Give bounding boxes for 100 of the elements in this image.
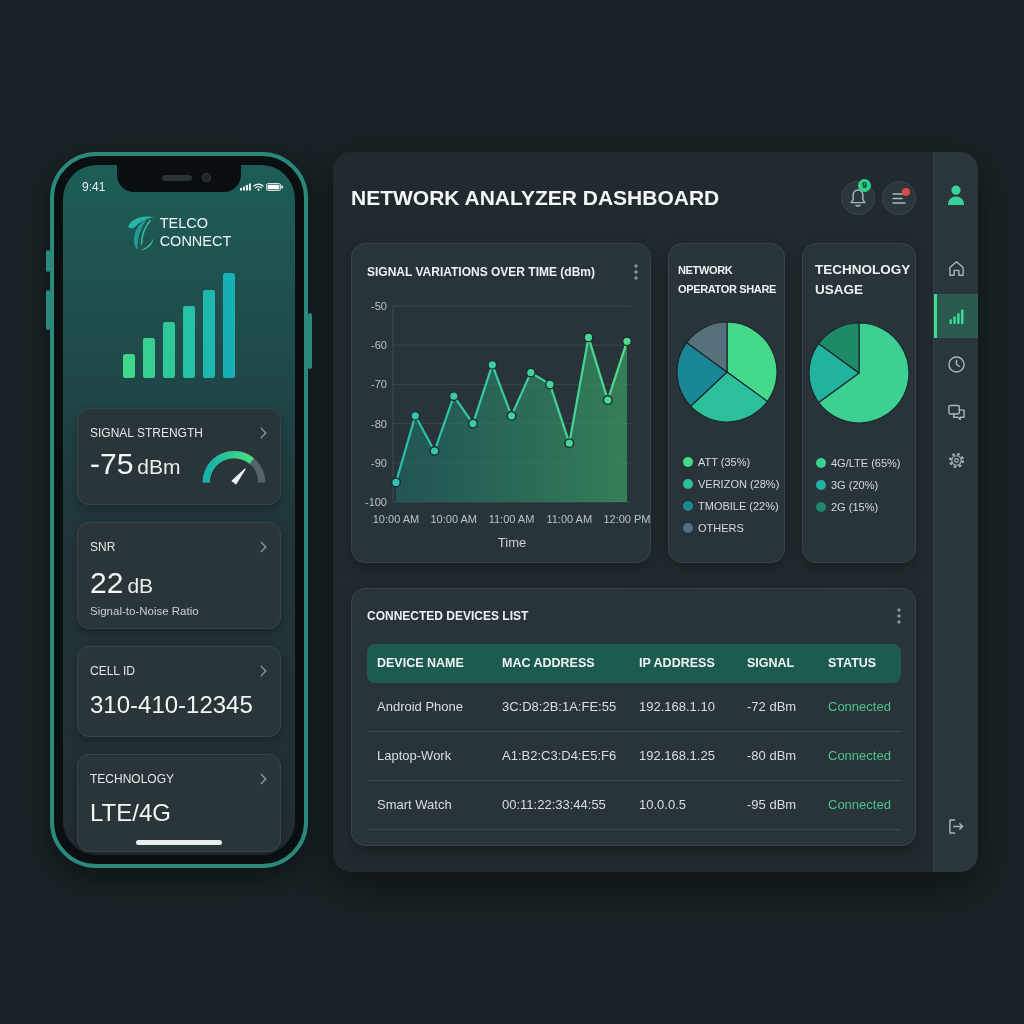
card-label: TECHNOLOGY <box>90 771 174 787</box>
card-title: CONNECTED DEVICES LIST <box>367 608 529 624</box>
table-cell-text: 3C:D8:2B:1A:FE:55 <box>502 698 618 717</box>
data-point <box>391 477 401 488</box>
status-text: Connected <box>828 747 892 766</box>
metric-card[interactable]: SIGNAL STRENGTH -75 dBm <box>77 408 281 505</box>
chevron-right-icon <box>260 773 267 785</box>
settings-icon <box>947 451 965 469</box>
y-axis-label: -90 <box>371 456 387 469</box>
metric-value: 310-410-12345 <box>90 691 253 718</box>
chevron-right-icon <box>260 427 267 439</box>
metric-card[interactable]: SNR 22 dB Signal-to-Noise Ratio <box>77 522 281 629</box>
data-point <box>410 410 421 421</box>
y-axis-label: -60 <box>371 339 387 352</box>
wifi-icon <box>253 183 264 191</box>
user-icon <box>947 185 965 205</box>
signal-bar <box>143 338 155 378</box>
table-cell-text: -72 dBm <box>747 698 798 717</box>
table-cell-text: Smart Watch <box>377 796 453 815</box>
card-label: SIGNAL STRENGTH <box>90 425 203 441</box>
legend-label: 4G/LTE (65%) <box>831 455 901 471</box>
legend-label: OTHERS <box>698 520 744 536</box>
chat-icon <box>947 403 965 421</box>
metric-card[interactable]: TECHNOLOGY LTE/4G <box>77 754 281 852</box>
y-axis-label: -80 <box>371 417 387 430</box>
legend-label: ATT (35%) <box>698 454 751 470</box>
bell-icon <box>850 189 866 207</box>
cellular-signal-icon <box>240 183 251 191</box>
x-axis-label: 11:00 AM <box>546 513 593 525</box>
x-axis-title: Time <box>497 535 527 550</box>
data-point <box>564 438 575 449</box>
column-header: DEVICE NAME <box>377 655 465 673</box>
card-label: CELL ID <box>90 663 135 679</box>
column-header: STATUS <box>828 655 878 673</box>
battery-icon <box>266 183 283 191</box>
more-icon <box>897 608 901 624</box>
table-cell-text: A1:B2:C3:D4:E5:F6 <box>502 747 618 766</box>
chart-title: TECHNOLOGY USAGE <box>814 261 911 299</box>
legend-label: 3G (20%) <box>831 477 879 493</box>
y-axis-label: -70 <box>371 378 387 391</box>
signal-bar <box>163 322 175 378</box>
card-label: SNR <box>90 539 116 555</box>
data-point <box>506 410 517 421</box>
gauge-needle <box>231 468 246 485</box>
x-axis-label: 11:00 AM <box>488 513 535 525</box>
logout-icon <box>948 818 964 834</box>
chevron-right-icon <box>260 541 267 553</box>
table-cell-text: Laptop-Work <box>377 747 453 766</box>
legend-label: 2G (15%) <box>831 499 879 515</box>
x-axis-label: 10:00 AM <box>430 513 477 525</box>
notification-count: 9 <box>858 179 871 192</box>
clock-icon <box>947 355 965 373</box>
table-cell-text: 192.168.1.25 <box>639 747 716 766</box>
table-cell-text: 00:11:22:33:44:55 <box>502 796 607 815</box>
menu-icon <box>892 192 906 204</box>
table-cell-text: 10.0.0.5 <box>639 796 687 815</box>
data-point <box>545 379 555 390</box>
status-text: Connected <box>828 698 892 717</box>
metric-value: -75 <box>90 447 134 481</box>
home-icon <box>947 259 965 277</box>
column-header: MAC ADDRESS <box>502 655 596 673</box>
signal-bar <box>123 354 135 378</box>
metric-card[interactable]: CELL ID 310-410-12345 <box>77 646 281 737</box>
sidebar-nav-button[interactable] <box>934 294 978 338</box>
x-axis-label: 10:00 AM <box>372 513 420 525</box>
data-point <box>525 367 536 378</box>
metric-caption: Signal-to-Noise Ratio <box>90 604 200 619</box>
data-point <box>487 359 498 370</box>
table-cell-text: -80 dBm <box>747 747 798 766</box>
status-text: Connected <box>828 796 892 815</box>
legend-label: TMOBILE (22%) <box>698 498 779 514</box>
more-options-button[interactable] <box>897 608 901 624</box>
dashboard-title: NETWORK ANALYZER DASHBOARD <box>351 185 720 211</box>
chart-title: SIGNAL VARIATIONS OVER TIME (dBm) <box>367 264 595 280</box>
signal-bar <box>183 306 195 378</box>
data-point <box>602 395 613 406</box>
table-cell-text: Android Phone <box>377 698 464 717</box>
metric-unit: dBm <box>137 454 181 480</box>
app-name: TELCO CONNECT <box>159 215 232 250</box>
legend-label: VERIZON (28%) <box>698 476 780 492</box>
metric-unit: dB <box>127 573 154 599</box>
data-point <box>429 446 440 456</box>
signal-bars-icon <box>948 308 964 324</box>
chevron-right-icon <box>260 665 267 677</box>
column-header: IP ADDRESS <box>639 655 716 673</box>
data-point <box>448 391 459 402</box>
x-axis-label: 12:00 PM <box>603 513 651 525</box>
y-axis-label: -100 <box>364 496 387 508</box>
status-time: 9:41 <box>82 179 106 196</box>
data-point <box>468 418 478 429</box>
metric-value: 22 <box>90 566 124 600</box>
notifications-button[interactable]: 9 <box>841 181 875 215</box>
y-axis-label: -50 <box>371 300 387 312</box>
more-options-button[interactable] <box>634 264 638 280</box>
metric-value: LTE/4G <box>90 799 171 826</box>
column-header: SIGNAL <box>747 655 796 673</box>
more-icon <box>634 264 638 280</box>
menu-button[interactable] <box>882 181 916 215</box>
data-point <box>583 332 594 343</box>
chart-title: NETWORK OPERATOR SHARE <box>677 263 777 297</box>
